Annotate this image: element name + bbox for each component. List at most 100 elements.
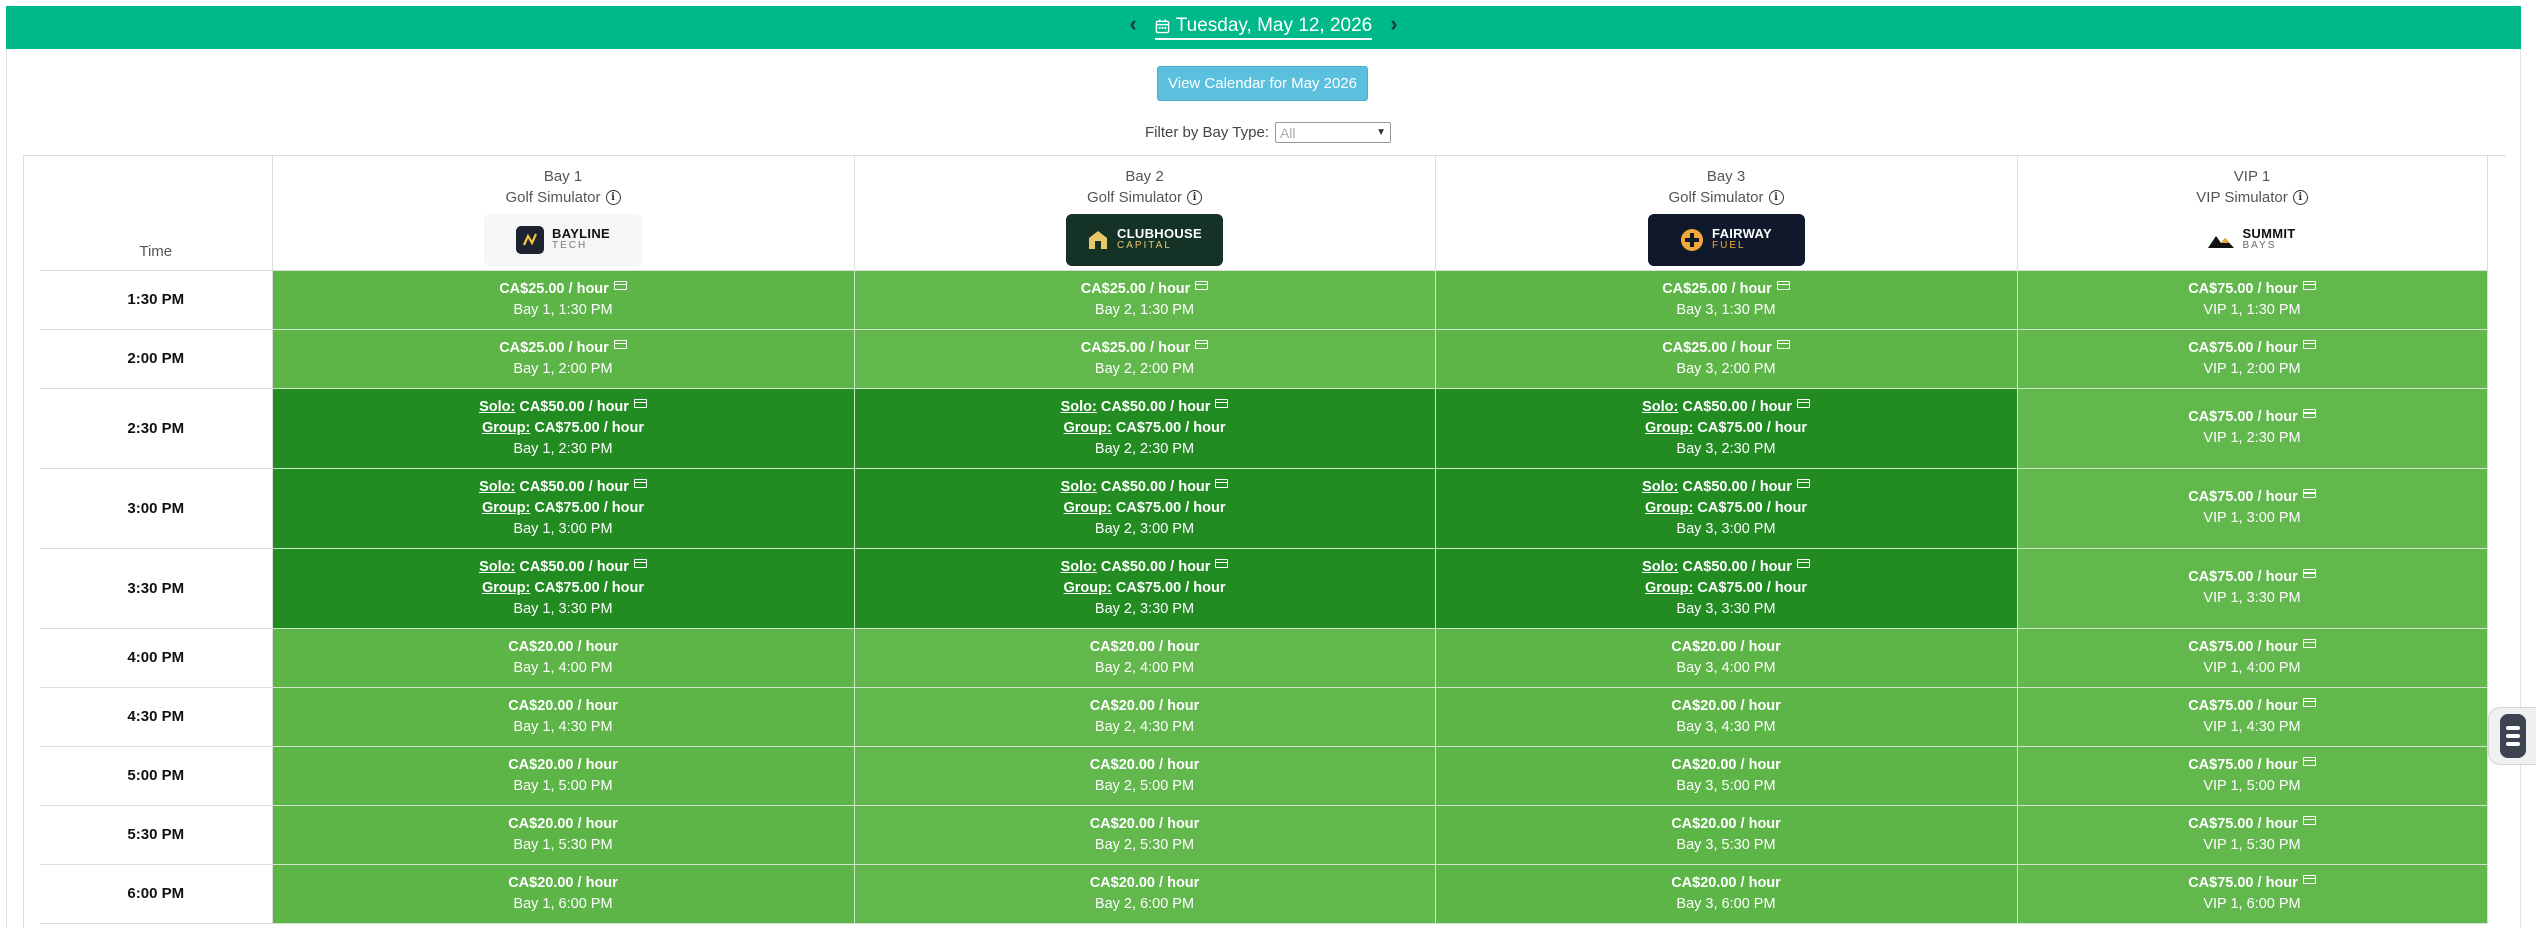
slot-label: Bay 2, 1:30 PM [1094,301,1195,318]
time-label: 6:00 PM [40,864,273,924]
booking-slot[interactable]: CA$20.00 / hour Bay 3, 5:30 PM [1435,805,2018,865]
slot-price: CA$75.00 / hour [2018,873,2487,894]
bayline-logo-icon [516,226,545,254]
slot-price: CA$20.00 / hour [273,637,854,658]
booking-slot[interactable]: CA$75.00 / hour VIP 1, 5:30 PM [2017,805,2488,865]
slot-price-value: CA$25.00 / hour [499,339,609,356]
booking-slot[interactable]: CA$25.00 / hour Bay 3, 1:30 PM [1435,270,2018,330]
booking-slot[interactable]: Solo: CA$50.00 / hour Group: CA$75.00 / h… [854,468,1436,549]
booking-slot[interactable]: CA$25.00 / hour Bay 2, 1:30 PM [854,270,1436,330]
booking-slot[interactable]: CA$75.00 / hour VIP 1, 2:30 PM [2017,388,2488,469]
booking-slot[interactable]: CA$25.00 / hour Bay 1, 2:00 PM [272,329,855,389]
credit-card-icon [2302,569,2316,578]
group-price: Group: CA$75.00 / hour [1436,418,2017,439]
slot-price-value: CA$75.00 / hour [2188,409,2298,425]
booking-slot[interactable]: CA$20.00 / hour Bay 2, 4:30 PM [854,687,1436,747]
booking-slot[interactable]: Solo: CA$50.00 / hour Group: CA$75.00 / h… [854,388,1436,469]
slot-label: Bay 1, 3:00 PM [513,520,613,537]
slot-label: Bay 1, 6:00 PM [513,895,613,912]
chevron-right-icon[interactable]: › [1390,12,1397,35]
time-label: 2:00 PM [40,329,273,389]
booking-slot[interactable]: Solo: CA$50.00 / hour Group: CA$75.00 / h… [854,548,1436,629]
slot-label: VIP 1, 1:30 PM [2203,301,2301,318]
solo-label: Solo: [1642,478,1679,495]
group-price: Group: CA$75.00 / hour [855,498,1435,519]
booking-slot[interactable]: CA$20.00 / hour Bay 3, 4:00 PM [1435,628,2018,688]
booking-slot[interactable]: CA$20.00 / hour Bay 2, 5:00 PM [854,746,1436,806]
info-icon[interactable]: i [1187,190,1203,205]
info-icon[interactable]: i [605,190,621,205]
booking-slot[interactable]: CA$75.00 / hour VIP 1, 6:00 PM [2017,864,2488,924]
chevron-left-icon[interactable]: ‹ [1129,12,1136,35]
slot-price-value: CA$75.00 / hour [2188,280,2298,297]
slot-label: Bay 1, 3:30 PM [513,600,613,617]
bay-type-selected-value: All [1279,124,1296,141]
slot-label: Bay 2, 2:00 PM [1094,360,1195,377]
slot-price-value: CA$20.00 / hour [508,756,618,773]
booking-slot[interactable]: Solo: CA$50.00 / hour Group: CA$75.00 / h… [1435,468,2018,549]
booking-slot[interactable]: CA$25.00 / hour Bay 3, 2:00 PM [1435,329,2018,389]
slot-price-value: CA$25.00 / hour [499,280,609,297]
slot-label: Bay 3, 4:00 PM [1676,659,1776,676]
slot-price: CA$75.00 / hour [2018,567,2487,588]
accessibility-widget-button[interactable] [2488,707,2536,765]
current-date-link[interactable]: Tuesday, May 12, 2026 [1154,15,1373,40]
slot-price: CA$75.00 / hour [2018,407,2487,428]
slot-price-value: CA$20.00 / hour [1671,756,1781,773]
booking-slot[interactable]: Solo: CA$50.00 / hour Group: CA$75.00 / h… [1435,548,2018,629]
time-slot-row: 5:30 PM CA$20.00 / hour Bay 1, 5:30 PM CA$2… [40,805,2488,865]
slot-price: CA$20.00 / hour [855,873,1435,894]
booking-slot[interactable]: CA$20.00 / hour Bay 3, 5:00 PM [1435,746,2018,806]
booking-slot[interactable]: CA$75.00 / hour VIP 1, 4:00 PM [2017,628,2488,688]
slot-price-value: CA$75.00 / hour [2188,339,2298,356]
group-label: Group: [482,579,531,596]
booking-slot[interactable]: CA$75.00 / hour VIP 1, 3:00 PM [2017,468,2488,549]
info-icon[interactable]: i [1768,190,1784,205]
bay-type-select[interactable]: All ▼ [1274,122,1391,143]
logo-text: CLUBHOUSE [1116,226,1203,241]
accessibility-widget-icon [2499,714,2526,758]
booking-slot[interactable]: CA$20.00 / hour Bay 2, 5:30 PM [854,805,1436,865]
booking-slot[interactable]: CA$25.00 / hour Bay 2, 2:00 PM [854,329,1436,389]
group-price: Group: CA$75.00 / hour [273,578,854,599]
booking-slot[interactable]: CA$75.00 / hour VIP 1, 5:00 PM [2017,746,2488,806]
booking-slot[interactable]: CA$20.00 / hour Bay 3, 4:30 PM [1435,687,2018,747]
logo-subtext: FUEL [1712,240,1746,251]
group-label: Group: [482,499,531,516]
slot-price-value: CA$25.00 / hour [1662,339,1772,356]
booking-slot[interactable]: CA$75.00 / hour VIP 1, 4:30 PM [2017,687,2488,747]
credit-card-icon [613,339,627,349]
booking-slot[interactable]: CA$75.00 / hour VIP 1, 3:30 PM [2017,548,2488,629]
group-label: Group: [1645,419,1694,436]
booking-slot[interactable]: Solo: CA$50.00 / hour Group: CA$75.00 / h… [1435,388,2018,469]
booking-slot[interactable]: CA$20.00 / hour Bay 1, 5:00 PM [272,746,855,806]
time-label: 4:00 PM [40,628,273,688]
bay-header-vip-1: VIP 1 VIP Simulator i SUMMIT BAYS [2017,156,2488,271]
info-icon[interactable]: i [2292,190,2308,205]
booking-slot[interactable]: CA$75.00 / hour VIP 1, 2:00 PM [2017,329,2488,389]
booking-slot[interactable]: Solo: CA$50.00 / hour Group: CA$75.00 / h… [272,388,855,469]
booking-slot[interactable]: CA$25.00 / hour Bay 1, 1:30 PM [272,270,855,330]
solo-label: Solo: [479,398,516,415]
time-slot-row: 4:30 PM CA$20.00 / hour Bay 1, 4:30 PM CA$2… [40,687,2488,747]
solo-price: Solo: CA$50.00 / hour [273,477,854,498]
booking-slot[interactable]: CA$20.00 / hour Bay 1, 6:00 PM [272,864,855,924]
slot-label: Bay 2, 5:30 PM [1094,836,1195,853]
slot-label: Bay 1, 2:00 PM [513,360,613,377]
booking-slot[interactable]: CA$20.00 / hour Bay 1, 5:30 PM [272,805,855,865]
time-slot-row: 4:00 PM CA$20.00 / hour Bay 1, 4:00 PM CA$2… [40,628,2488,688]
booking-slot[interactable]: Solo: CA$50.00 / hour Group: CA$75.00 / h… [272,548,855,629]
view-calendar-button[interactable]: View Calendar for May 2026 [1157,66,1368,101]
solo-price: Solo: CA$50.00 / hour [855,477,1435,498]
booking-slot[interactable]: CA$20.00 / hour Bay 1, 4:00 PM [272,628,855,688]
credit-card-icon [1796,558,1810,568]
booking-slot[interactable]: CA$20.00 / hour Bay 3, 6:00 PM [1435,864,2018,924]
credit-card-icon [1215,478,1229,488]
booking-slot[interactable]: CA$20.00 / hour Bay 1, 4:30 PM [272,687,855,747]
group-label: Group: [1063,419,1112,436]
booking-slot[interactable]: CA$20.00 / hour Bay 2, 4:00 PM [854,628,1436,688]
booking-slot[interactable]: Solo: CA$50.00 / hour Group: CA$75.00 / h… [272,468,855,549]
booking-slot[interactable]: CA$75.00 / hour VIP 1, 1:30 PM [2017,270,2488,330]
booking-slot[interactable]: CA$20.00 / hour Bay 2, 6:00 PM [854,864,1436,924]
solo-price-value: CA$50.00 / hour [519,558,629,575]
